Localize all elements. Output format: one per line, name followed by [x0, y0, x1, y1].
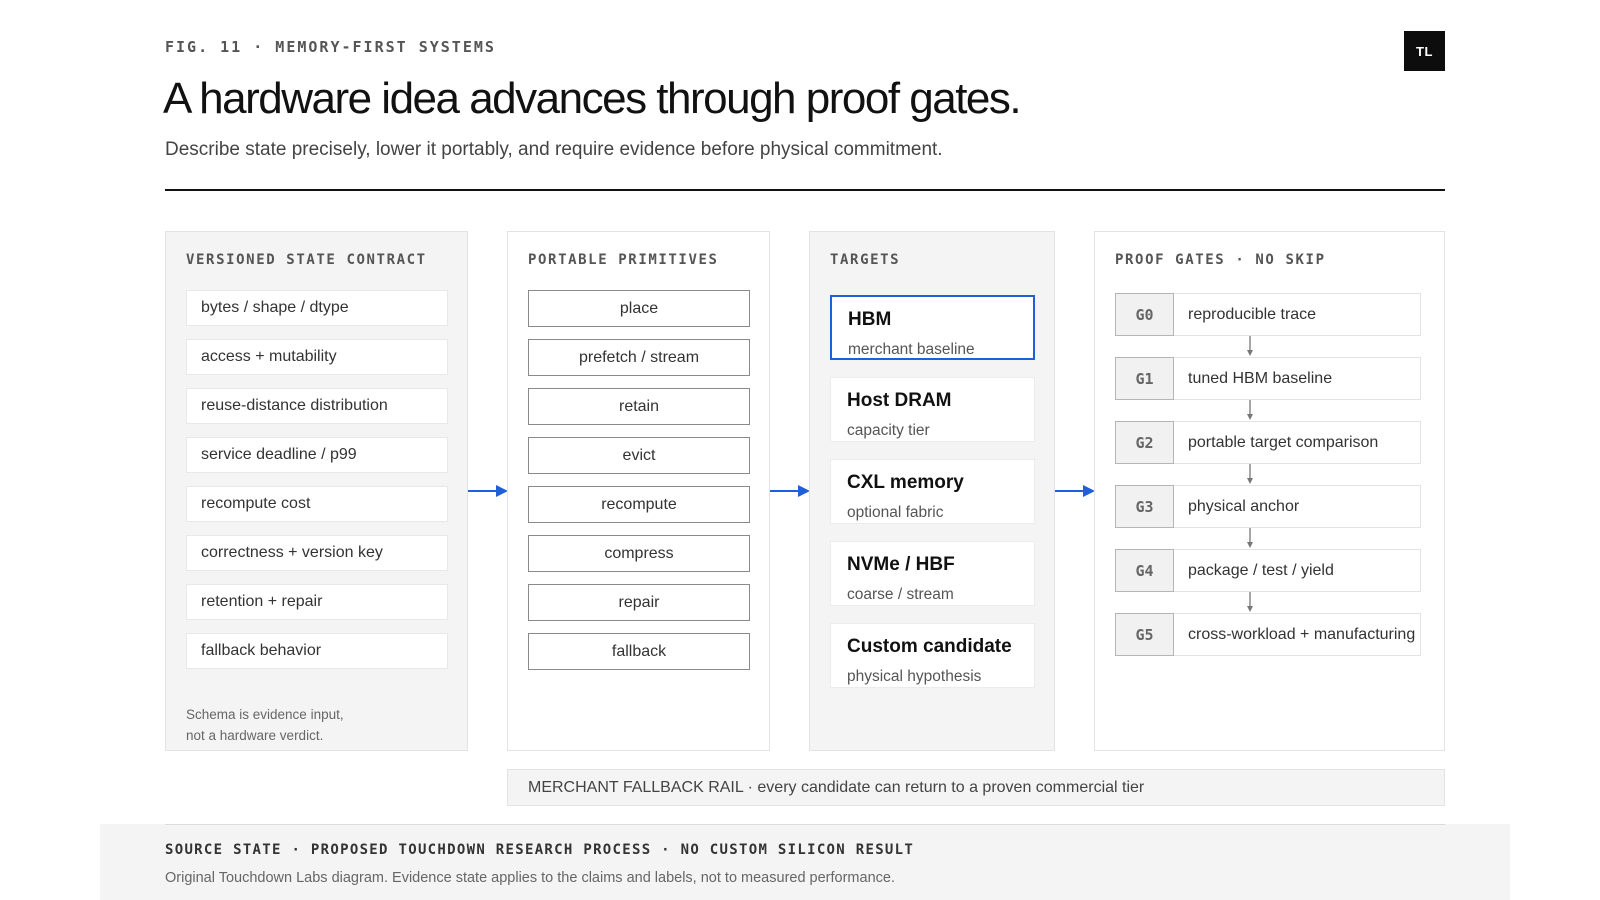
target-name: NVMe / HBF — [847, 554, 955, 575]
gate-row: G0 reproducible trace — [1115, 293, 1421, 336]
primitive-item: compress — [528, 535, 750, 572]
target-subtitle: coarse / stream — [847, 586, 954, 603]
primitives-heading: PORTABLE PRIMITIVES — [528, 252, 719, 268]
tl-logo: TL — [1404, 31, 1445, 71]
gate-id: G4 — [1115, 549, 1174, 592]
down-arrow-icon — [1247, 464, 1253, 484]
page-title: A hardware idea advances through proof g… — [163, 74, 1022, 123]
down-arrow-icon — [1247, 336, 1253, 356]
gate-label: physical anchor — [1174, 485, 1421, 528]
target-name: Host DRAM — [847, 390, 952, 411]
target-subtitle: merchant baseline — [848, 341, 975, 358]
gate-label: tuned HBM baseline — [1174, 357, 1421, 400]
target-subtitle: optional fabric — [847, 504, 944, 521]
down-arrow-icon — [1247, 592, 1253, 612]
target-card-host-dram: Host DRAM capacity tier — [830, 377, 1035, 442]
target-subtitle: capacity tier — [847, 422, 930, 439]
gate-id: G1 — [1115, 357, 1174, 400]
flow-arrow-icon — [770, 485, 810, 497]
merchant-fallback-rail: MERCHANT FALLBACK RAIL · every candidate… — [507, 769, 1445, 806]
targets-heading: TARGETS — [830, 252, 901, 268]
gate-id: G5 — [1115, 613, 1174, 656]
primitive-item: prefetch / stream — [528, 339, 750, 376]
contract-item: correctness + version key — [186, 535, 448, 571]
down-arrow-icon — [1247, 400, 1253, 420]
primitive-item: evict — [528, 437, 750, 474]
gate-label: reproducible trace — [1174, 293, 1421, 336]
contract-item: reuse-distance distribution — [186, 388, 448, 424]
flow-arrow-icon — [1055, 485, 1095, 497]
primitive-item: repair — [528, 584, 750, 621]
gate-row: G4 package / test / yield — [1115, 549, 1421, 592]
gate-row: G5 cross-workload + manufacturing — [1115, 613, 1421, 656]
title-divider — [165, 189, 1445, 191]
source-note: Original Touchdown Labs diagram. Evidenc… — [165, 870, 895, 886]
primitive-item: recompute — [528, 486, 750, 523]
proof-gates-heading: PROOF GATES · NO SKIP — [1115, 252, 1326, 268]
gate-row: G3 physical anchor — [1115, 485, 1421, 528]
schema-note-line: not a hardware verdict. — [186, 728, 324, 743]
target-subtitle: physical hypothesis — [847, 668, 982, 685]
target-name: CXL memory — [847, 472, 964, 493]
target-name: Custom candidate — [847, 636, 1012, 657]
source-footer: SOURCE STATE · PROPOSED TOUCHDOWN RESEAR… — [100, 824, 1510, 900]
target-name: HBM — [848, 309, 892, 330]
contract-item: access + mutability — [186, 339, 448, 375]
contract-item: recompute cost — [186, 486, 448, 522]
flow-arrow-icon — [468, 485, 508, 497]
primitive-item: retain — [528, 388, 750, 425]
down-arrow-icon — [1247, 528, 1253, 548]
footer-divider — [165, 824, 1445, 825]
proof-gates-panel: PROOF GATES · NO SKIP G0 reproducible tr… — [1094, 231, 1445, 751]
contract-item: bytes / shape / dtype — [186, 290, 448, 326]
target-card-cxl: CXL memory optional fabric — [830, 459, 1035, 524]
state-contract-panel: VERSIONED STATE CONTRACT bytes / shape /… — [165, 231, 468, 751]
state-contract-heading: VERSIONED STATE CONTRACT — [186, 252, 427, 268]
contract-item: fallback behavior — [186, 633, 448, 669]
contract-item: service deadline / p99 — [186, 437, 448, 473]
schema-note-line: Schema is evidence input, — [186, 707, 344, 722]
gate-id: G2 — [1115, 421, 1174, 464]
primitive-item: fallback — [528, 633, 750, 670]
target-card-nvme: NVMe / HBF coarse / stream — [830, 541, 1035, 606]
target-card-hbm: HBM merchant baseline — [830, 295, 1035, 360]
gate-label: portable target comparison — [1174, 421, 1421, 464]
gate-row: G1 tuned HBM baseline — [1115, 357, 1421, 400]
target-card-custom: Custom candidate physical hypothesis — [830, 623, 1035, 688]
primitives-panel: PORTABLE PRIMITIVES place prefetch / str… — [507, 231, 770, 751]
figure-eyebrow: FIG. 11 · MEMORY-FIRST SYSTEMS — [165, 38, 496, 56]
gate-id: G3 — [1115, 485, 1174, 528]
schema-note: Schema is evidence input, not a hardware… — [186, 704, 344, 746]
gate-label: package / test / yield — [1174, 549, 1421, 592]
primitive-item: place — [528, 290, 750, 327]
gate-row: G2 portable target comparison — [1115, 421, 1421, 464]
gate-label: cross-workload + manufacturing — [1174, 613, 1421, 656]
gate-id: G0 — [1115, 293, 1174, 336]
targets-panel: TARGETS HBM merchant baseline Host DRAM … — [809, 231, 1055, 751]
source-state: SOURCE STATE · PROPOSED TOUCHDOWN RESEAR… — [165, 842, 915, 858]
contract-item: retention + repair — [186, 584, 448, 620]
page-subtitle: Describe state precisely, lower it porta… — [165, 139, 943, 160]
